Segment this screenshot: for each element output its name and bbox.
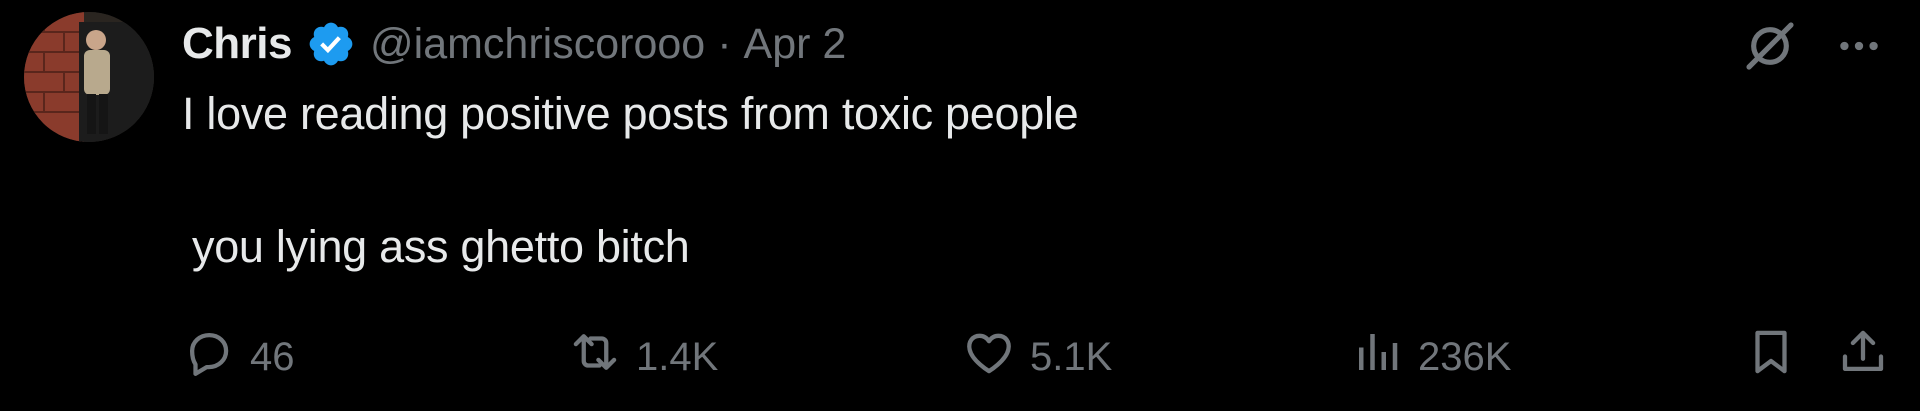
views-icon [1350, 325, 1404, 389]
like-count: 5.1K [1030, 334, 1113, 379]
tweet-top-actions [1742, 18, 1884, 74]
repost-icon [568, 325, 622, 389]
tweet[interactable]: Chris @iamchriscorooo · Apr 2 I love rea [0, 0, 1920, 411]
more-icon[interactable] [1834, 21, 1884, 71]
reply-button[interactable]: 46 [182, 322, 295, 392]
tweet-text-line: I love reading positive posts from toxic… [182, 88, 1079, 139]
bookmark-icon [1744, 325, 1798, 389]
handle[interactable]: @iamchriscorooo [370, 20, 705, 69]
tweet-actions: 46 1.4K 5.1K 236K [182, 322, 1920, 392]
repost-count: 1.4K [636, 334, 719, 379]
views-count: 236K [1418, 334, 1512, 379]
repost-button[interactable]: 1.4K [568, 322, 718, 392]
heart-icon [962, 325, 1016, 389]
profile-photo [24, 12, 154, 142]
timestamp[interactable]: Apr 2 [744, 20, 847, 69]
tweet-text-line: you lying ass ghetto bitch [192, 221, 690, 272]
verified-badge-icon[interactable] [306, 19, 356, 69]
avatar[interactable] [24, 12, 154, 142]
like-button[interactable]: 5.1K [962, 322, 1112, 392]
display-name[interactable]: Chris [182, 19, 292, 69]
share-button[interactable] [1836, 322, 1890, 392]
tweet-header: Chris @iamchriscorooo · Apr 2 [182, 14, 846, 74]
share-icon [1836, 325, 1890, 389]
bookmark-button[interactable] [1744, 322, 1798, 392]
grok-icon[interactable] [1742, 18, 1798, 74]
reply-count: 46 [250, 334, 295, 379]
separator-dot: · [717, 19, 732, 68]
reply-icon [182, 325, 236, 389]
views-button[interactable]: 236K [1350, 322, 1511, 392]
